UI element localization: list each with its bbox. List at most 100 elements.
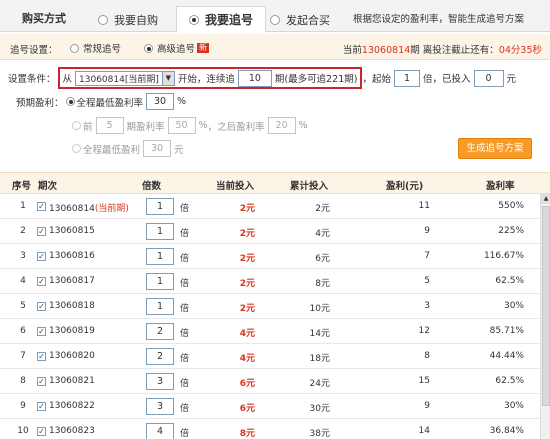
row-multiple-input[interactable]: 1 — [146, 198, 174, 215]
expected-profit-label: 预期盈利： — [16, 97, 64, 109]
row-checkbox[interactable]: ✓ — [37, 302, 46, 311]
row-index: 6 — [20, 326, 26, 336]
row-multiple-input[interactable]: 1 — [146, 273, 174, 290]
table-row: 1 ✓ 13060814(当前期) 1 倍 2元 2元 11 550% — [0, 194, 540, 219]
condition-row: 设置条件： 从 13060814[当前期] ▼ 开始，连续追 10 期 (最多可… — [8, 67, 517, 89]
front-rate-label: 期盈利率 — [126, 121, 165, 133]
start-period-value: 13060814[当前期] — [79, 74, 159, 85]
row-period-value: 13060821 — [49, 376, 95, 386]
chase-settings-bar: 追号设置： 常规追号 高级追号 新 当前13060814期 离投注截止还有：04… — [0, 34, 550, 60]
radio-selected-icon[interactable] — [65, 97, 75, 106]
col-profit-rate: 盈利率 — [486, 181, 515, 192]
purchase-mode-title: 购买方式 — [22, 12, 66, 25]
row-profit-rate: 62.5% — [495, 376, 524, 386]
row-checkbox[interactable]: ✓ — [37, 227, 46, 236]
row-checkbox[interactable]: ✓ — [37, 377, 46, 386]
radio-selected-icon[interactable] — [189, 14, 199, 25]
chase-settings-label: 追号设置： — [10, 45, 58, 56]
row-checkbox[interactable]: ✓ — [37, 327, 46, 336]
row-multiple-input[interactable]: 1 — [146, 248, 174, 265]
row-profit-rate: 36.84% — [489, 426, 524, 436]
row-multiple-input[interactable]: 2 — [146, 323, 174, 340]
row-index: 9 — [20, 401, 26, 411]
row-multiple-unit: 倍 — [180, 204, 190, 214]
row-index: 3 — [20, 251, 26, 261]
row-checkbox[interactable]: ✓ — [37, 202, 46, 211]
row-profit-rate: 62.5% — [495, 276, 524, 286]
row-multiple-input[interactable]: 2 — [146, 348, 174, 365]
tab-group-buy-label: 发起合买 — [286, 14, 330, 27]
row-period-value: 13060817 — [49, 276, 95, 286]
row-multiple-input[interactable]: 3 — [146, 373, 174, 390]
row-index: 7 — [20, 351, 26, 361]
row-profit: 11 — [418, 201, 430, 211]
generate-plan-button[interactable]: 生成追号方案 — [458, 138, 532, 159]
tab-chase-number[interactable]: 我要追号 — [176, 6, 267, 33]
row-multiple-unit: 倍 — [180, 254, 190, 264]
radio-selected-icon[interactable] — [144, 43, 153, 53]
row-multiple-input[interactable]: 3 — [146, 398, 174, 415]
min-profit-row: 全程最低盈利 30 元 — [72, 140, 184, 157]
radio-icon[interactable] — [72, 144, 81, 153]
option-advanced-chase[interactable]: 高级追号 新 — [144, 41, 210, 55]
chevron-down-icon[interactable]: ▼ — [161, 71, 174, 85]
row-period: 13060820 — [49, 351, 95, 361]
start-multiple-input[interactable]: 1 — [393, 69, 420, 87]
row-checkbox[interactable]: ✓ — [37, 427, 46, 436]
countdown-time: 04分35秒 — [498, 45, 542, 56]
after-rate-input[interactable]: 20 — [267, 117, 296, 134]
row-checkbox[interactable]: ✓ — [37, 352, 46, 361]
row-multiple-input[interactable]: 4 — [146, 423, 174, 439]
row-current-invest: 2元 — [239, 279, 255, 289]
table-row: 6 ✓ 13060819 2 倍 4元 14元 12 85.71% — [0, 319, 540, 344]
radio-icon[interactable] — [270, 15, 280, 25]
from-label: 从 — [62, 74, 73, 85]
col-profit: 盈利(元) — [386, 181, 424, 192]
row-total-invest: 18元 — [309, 354, 330, 364]
tab-group-buy[interactable]: 发起合买 — [270, 8, 330, 32]
yuan-unit: 元 — [506, 74, 517, 85]
start-multiple-label: ，起始 — [362, 74, 391, 85]
start-period-select[interactable]: 13060814[当前期] ▼ — [75, 70, 175, 86]
row-checkbox[interactable]: ✓ — [37, 402, 46, 411]
percent-sign: % — [298, 120, 308, 131]
table-scrollbar[interactable]: ▲ — [540, 194, 550, 439]
front-periods-input[interactable]: 5 — [95, 117, 124, 134]
row-current-invest: 4元 — [239, 329, 255, 339]
row-multiple-unit: 倍 — [180, 354, 190, 364]
row-index: 10 — [17, 426, 29, 436]
row-profit-rate: 30% — [503, 301, 524, 311]
row-total-invest: 38元 — [309, 429, 330, 439]
min-profit-input[interactable]: 30 — [143, 140, 172, 157]
row-index: 2 — [20, 226, 26, 236]
row-multiple-input[interactable]: 1 — [146, 298, 174, 315]
row-period: 13060817 — [49, 276, 95, 286]
table-row: 5 ✓ 13060818 1 倍 2元 10元 3 30% — [0, 294, 540, 319]
row-period: 13060822 — [49, 401, 95, 411]
chase-count-input[interactable]: 10 — [237, 69, 272, 87]
period-prefix: 当前 — [342, 45, 362, 56]
max-periods-note: (最多可追221期) — [284, 74, 358, 85]
row-total-invest: 6元 — [315, 254, 330, 264]
col-multiple: 倍数 — [142, 181, 162, 192]
tab-self-buy-label: 我要自购 — [114, 14, 158, 27]
option-normal-chase[interactable]: 常规追号 — [70, 41, 121, 55]
row-checkbox[interactable]: ✓ — [37, 252, 46, 261]
row-checkbox[interactable]: ✓ — [37, 277, 46, 286]
front-rate-input[interactable]: 50 — [167, 117, 196, 134]
row-profit-rate: 44.44% — [489, 351, 524, 361]
start-chase-label: 开始，连续追 — [177, 74, 235, 85]
chase-plan-table: 1 ✓ 13060814(当前期) 1 倍 2元 2元 11 550% 2 ✓ 13060815 1 倍 2… — [0, 194, 540, 439]
after-rate-label: ，之后盈利率 — [207, 121, 265, 133]
row-current-invest: 6元 — [239, 379, 255, 389]
radio-icon[interactable] — [72, 121, 81, 130]
radio-icon[interactable] — [70, 43, 79, 53]
tab-self-buy[interactable]: 我要自购 — [98, 8, 158, 32]
radio-icon[interactable] — [98, 15, 108, 25]
multiple-unit: 倍 — [422, 74, 433, 85]
scroll-up-icon[interactable]: ▲ — [541, 194, 550, 204]
invested-input[interactable]: 0 — [473, 69, 504, 87]
row-multiple-input[interactable]: 1 — [146, 223, 174, 240]
scroll-thumb[interactable] — [542, 206, 550, 406]
min-rate-input[interactable]: 30 — [146, 93, 175, 110]
